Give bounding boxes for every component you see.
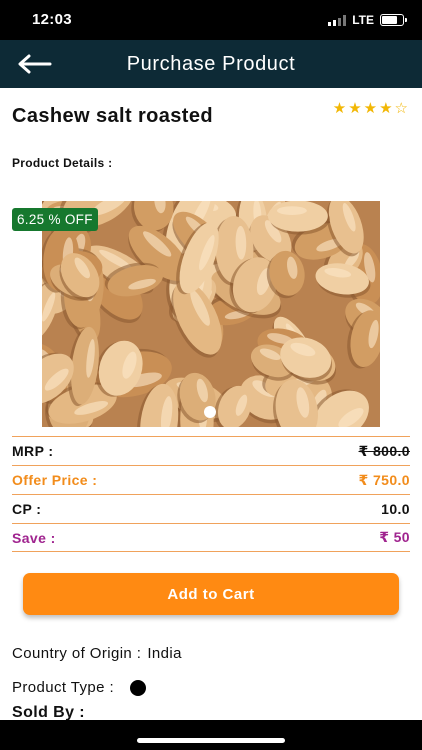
star-filled-icon: ★ xyxy=(379,100,395,117)
price-label: Offer Price : xyxy=(12,472,98,488)
page-title: Purchase Product xyxy=(126,53,296,75)
price-value: ₹ 750.0 xyxy=(358,471,410,488)
status-indicators: LTE xyxy=(328,13,407,27)
status-time: 12:03 xyxy=(32,11,72,28)
product-type-indicator xyxy=(130,679,147,696)
status-bar: 12:03 LTE xyxy=(0,0,422,40)
price-value: ₹ 50 xyxy=(379,529,410,545)
country-of-origin: Country of Origin : India xyxy=(12,645,182,662)
cashew-photo xyxy=(42,201,380,427)
price-row: Save : ₹ 50 xyxy=(12,523,410,552)
price-row: Offer Price : ₹ 750.0 xyxy=(12,465,410,494)
price-label: MRP : xyxy=(12,443,54,459)
battery-icon xyxy=(380,14,407,26)
add-to-cart-button[interactable]: Add to Cart xyxy=(23,573,399,615)
home-indicator[interactable] xyxy=(137,738,285,743)
app-bar: Purchase Product xyxy=(0,40,422,88)
star-filled-icon: ★ xyxy=(363,100,380,117)
product-type-label: Product Type : xyxy=(12,679,115,696)
product-details-label: Product Details : xyxy=(12,156,113,170)
carousel-indicator[interactable] xyxy=(204,406,216,418)
signal-icon xyxy=(328,14,347,26)
product-type: Product Type : xyxy=(12,679,147,696)
star-rating: ★★★★☆ xyxy=(333,99,410,117)
home-bar xyxy=(0,720,422,750)
star-filled-icon: ★ xyxy=(348,100,364,117)
discount-badge: 6.25 % OFF xyxy=(12,208,98,231)
star-filled-icon: ★ xyxy=(332,100,349,117)
price-table: MRP : ₹ 800.0 Offer Price : ₹ 750.0 CP : 10.0… xyxy=(12,436,410,552)
origin-value: India xyxy=(147,645,182,662)
star-empty-icon: ☆ xyxy=(394,100,410,117)
origin-label: Country of Origin : xyxy=(12,645,142,662)
price-row: MRP : ₹ 800.0 xyxy=(12,436,410,465)
product-image[interactable] xyxy=(42,201,380,427)
price-label: Save : xyxy=(12,529,56,546)
price-label: CP : xyxy=(12,501,42,517)
network-type: LTE xyxy=(352,13,374,27)
price-row: CP : 10.0 xyxy=(12,494,410,523)
price-value: 10.0 xyxy=(381,501,410,517)
product-name: Cashew salt roasted xyxy=(12,105,214,127)
price-value: ₹ 800.0 xyxy=(358,442,410,459)
